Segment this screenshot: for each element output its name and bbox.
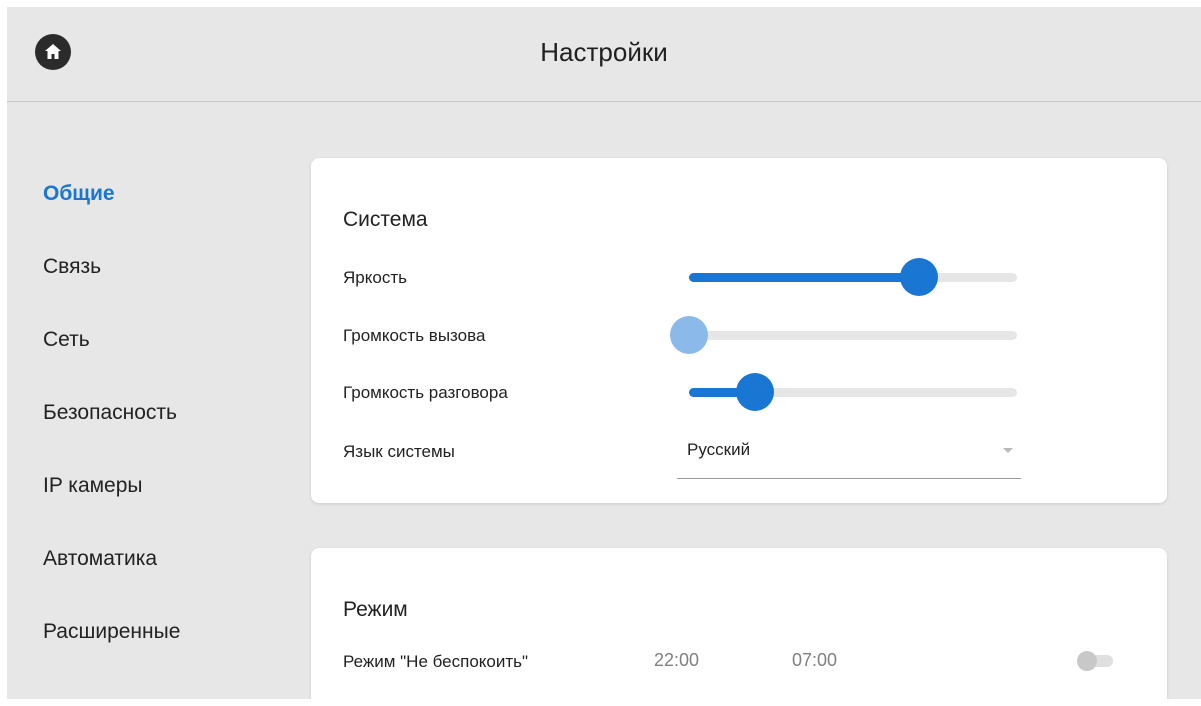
page-title: Настройки xyxy=(540,37,668,67)
sidebar-item-general[interactable]: Общие xyxy=(43,182,115,206)
sidebar-item-advanced[interactable]: Расширенные xyxy=(43,620,180,644)
system-card-title: Система xyxy=(343,208,428,231)
settings-screen: Настройки Общие Связь Сеть Безопасность … xyxy=(7,7,1201,699)
do-not-disturb-label: Режим "Не беспокоить" xyxy=(343,652,529,671)
brightness-slider-fill xyxy=(689,273,919,282)
brightness-slider[interactable] xyxy=(689,258,1017,296)
toggle-thumb xyxy=(1077,651,1097,671)
sidebar-item-connection[interactable]: Связь xyxy=(43,255,101,279)
dropdown-arrow-icon xyxy=(1003,448,1013,453)
dnd-end-time[interactable]: 07:00 xyxy=(792,650,837,671)
call-volume-slider-thumb[interactable] xyxy=(670,316,708,354)
language-select-value: Русский xyxy=(687,440,751,459)
call-volume-slider[interactable] xyxy=(670,316,1017,354)
dnd-start-time[interactable]: 22:00 xyxy=(654,650,699,671)
language-select[interactable]: Русский xyxy=(677,428,1021,479)
call-volume-label: Громкость вызова xyxy=(343,326,486,345)
brightness-label: Яркость xyxy=(343,268,407,287)
sidebar-item-security[interactable]: Безопасность xyxy=(43,401,177,425)
do-not-disturb-toggle[interactable] xyxy=(1077,651,1117,671)
mode-card: Режим Режим "Не беспокоить" 22:00 07:00 xyxy=(311,548,1167,699)
language-label: Язык системы xyxy=(343,442,455,461)
mode-card-title: Режим xyxy=(343,598,408,621)
sidebar-item-network[interactable]: Сеть xyxy=(43,328,90,352)
brightness-slider-thumb[interactable] xyxy=(899,258,938,296)
sidebar-item-ip-cameras[interactable]: IP камеры xyxy=(43,474,143,498)
call-volume-slider-track xyxy=(689,331,1017,340)
talk-volume-slider[interactable] xyxy=(689,373,1017,411)
sidebar-item-automation[interactable]: Автоматика xyxy=(43,547,157,571)
system-card: Система Яркость Громкость вызова Громкос… xyxy=(311,158,1167,503)
top-bar: Настройки xyxy=(7,7,1201,102)
talk-volume-label: Громкость разговора xyxy=(343,383,508,402)
talk-volume-slider-thumb[interactable] xyxy=(735,373,774,411)
